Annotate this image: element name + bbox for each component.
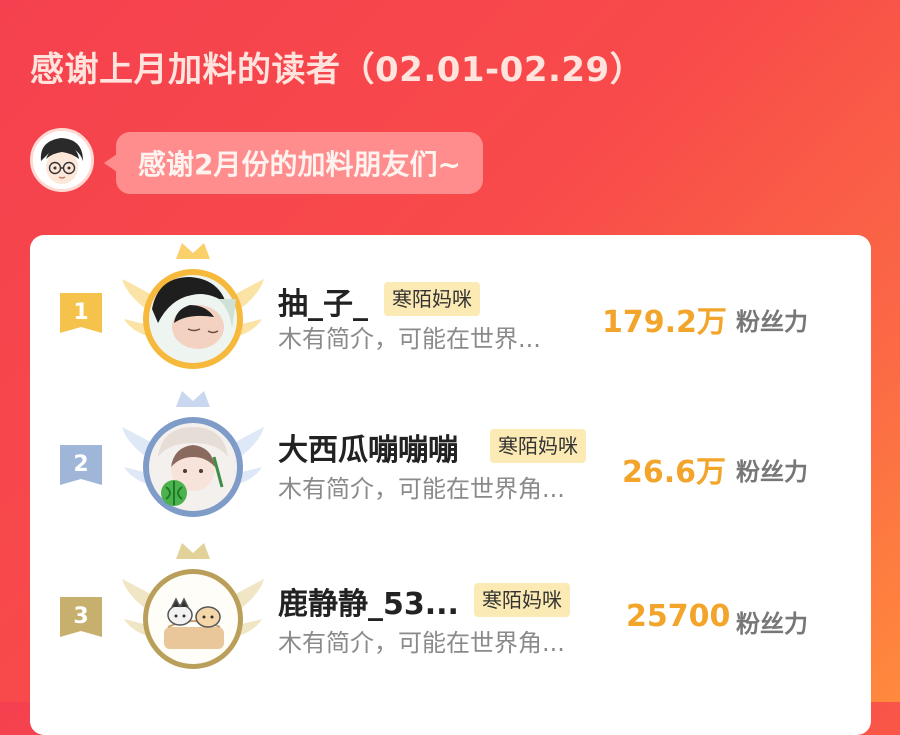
username[interactable]: 抽_子_ [278, 279, 368, 323]
reader-ranking-card: 1 抽_子_ 寒陌妈咪 木有简介，可能在世界... 179.2万 粉丝力 2 大… [30, 235, 871, 735]
fan-power-label: 粉丝力 [736, 458, 808, 486]
greeting-bubble: 感谢2月份的加料朋友们~ [104, 132, 483, 194]
username[interactable]: 鹿静静_53... [278, 579, 459, 623]
fan-power-value: 179.2万 [602, 305, 727, 340]
rank-badge-2: 2 [60, 445, 102, 489]
rank-badge-3: 3 [60, 597, 102, 641]
fan-tag: 寒陌妈咪 [490, 429, 586, 463]
user-bio: 木有简介，可能在世界... [278, 325, 541, 353]
ranking-row-2[interactable]: 2 大西瓜嘣嘣嘣 寒陌妈咪 木有简介，可能在世界角... 26.6万 粉丝力 [30, 391, 871, 525]
page-title: 感谢上月加料的读者（02.01-02.29） [30, 50, 645, 90]
avatar-with-crown[interactable] [118, 239, 268, 389]
ranking-row-3[interactable]: 3 鹿静静_53... 寒陌妈咪 木有简介，可能在世界角... 25700 粉丝… [30, 543, 871, 677]
rank-number: 1 [73, 300, 89, 325]
ranking-row-1[interactable]: 1 抽_子_ 寒陌妈咪 木有简介，可能在世界... 179.2万 粉丝力 [30, 239, 871, 369]
fan-tag: 寒陌妈咪 [474, 583, 570, 617]
username[interactable]: 大西瓜嘣嘣嘣 [278, 425, 458, 469]
user-bio: 木有简介，可能在世界角... [278, 629, 565, 657]
fan-power-value: 25700 [626, 599, 731, 634]
avatar-with-crown[interactable] [118, 539, 268, 689]
fan-power-label: 粉丝力 [736, 610, 808, 638]
fan-tag: 寒陌妈咪 [384, 282, 480, 316]
avatar-with-crown[interactable] [118, 387, 268, 537]
rank-number: 3 [73, 604, 89, 629]
rank-badge-1: 1 [60, 293, 102, 337]
cartoon-boy-avatar-icon [30, 128, 94, 192]
user-bio: 木有简介，可能在世界角... [278, 475, 565, 503]
fan-power-label: 粉丝力 [736, 308, 808, 336]
fan-power-value: 26.6万 [622, 455, 727, 490]
rank-number: 2 [73, 452, 89, 477]
